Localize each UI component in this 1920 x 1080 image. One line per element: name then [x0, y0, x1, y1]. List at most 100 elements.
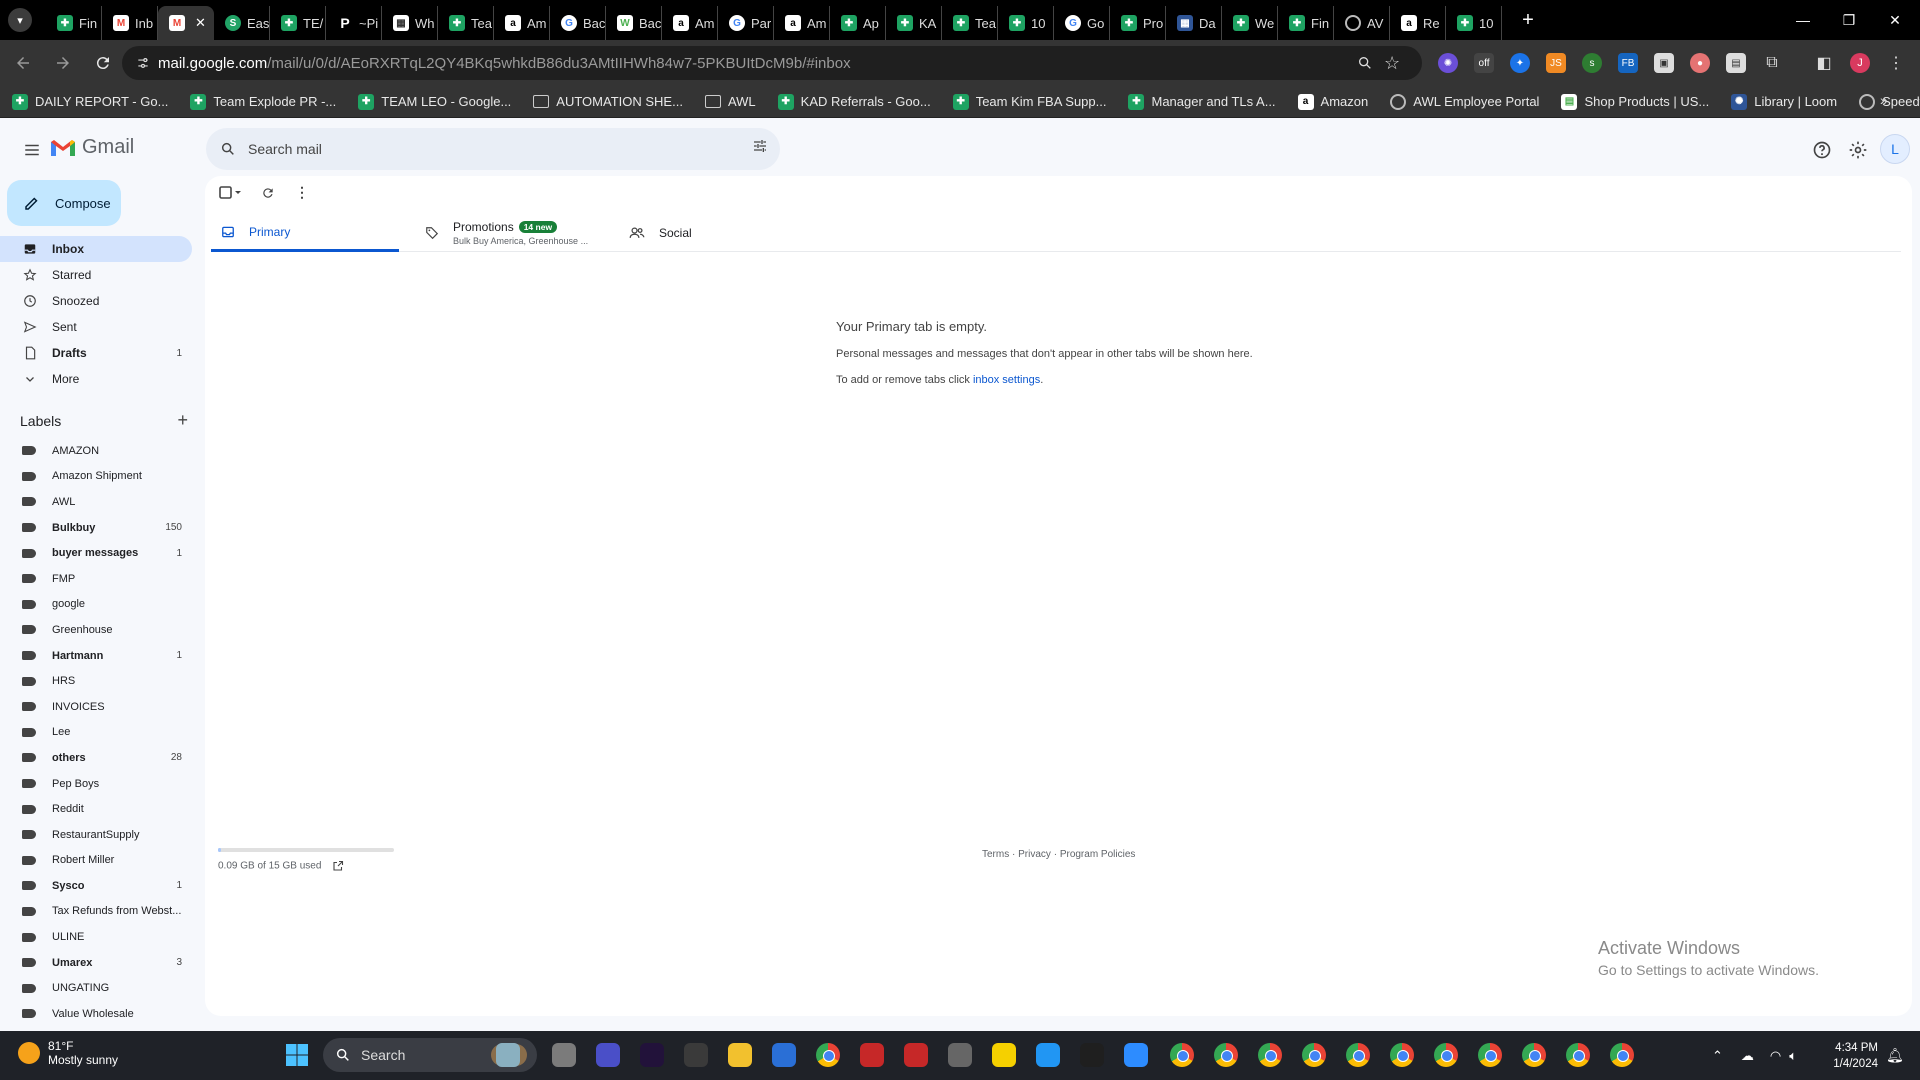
bookmark-item[interactable]: AWL [704, 94, 756, 109]
bookmark-item[interactable]: ▤ Shop Products | US... [1561, 93, 1709, 110]
restore-icon[interactable]: ❐ [1826, 0, 1872, 40]
photos-app-icon[interactable] [496, 1043, 520, 1067]
bookmark-item[interactable]: ✚ Team Explode PR -... [190, 93, 336, 110]
slack-app-icon[interactable] [1080, 1043, 1104, 1067]
tray-overflow-icon[interactable]: ⌃ [1712, 1048, 1723, 1064]
search-bar[interactable]: Search mail [206, 128, 780, 170]
browser-tab[interactable]: M Inb [102, 6, 158, 40]
privacy-link[interactable]: Privacy [1018, 849, 1051, 860]
label-item[interactable]: Value Wholesale [0, 1001, 192, 1027]
telegram-app-icon[interactable] [1036, 1043, 1060, 1067]
chrome-app-icon[interactable] [1170, 1043, 1194, 1067]
reload-icon[interactable] [86, 46, 120, 80]
bookmark-item[interactable]: ✚ KAD Referrals - Goo... [777, 93, 931, 110]
acrobat-app-icon[interactable] [904, 1043, 928, 1067]
site-info-icon[interactable] [136, 56, 150, 70]
browser-tab[interactable]: a Am [662, 6, 718, 40]
nav-item-starred[interactable]: Starred [0, 262, 192, 288]
extension-fba-icon[interactable]: FB [1618, 53, 1638, 73]
select-checkbox-icon[interactable] [219, 185, 241, 200]
tab-promotions[interactable]: Promotions 14 new Bulk Buy America, Gree… [425, 214, 625, 252]
label-item[interactable]: Amazon Shipment [0, 464, 192, 490]
browser-tab[interactable]: ✚ Tea [438, 6, 494, 40]
label-item[interactable]: google [0, 592, 192, 618]
browser-tab[interactable]: G Go [1054, 6, 1110, 40]
extensions-puzzle-icon[interactable]: ⧉ [1762, 53, 1782, 73]
browser-tab[interactable]: ✚ KA [886, 6, 942, 40]
browser-tab[interactable]: P ~Pi [326, 6, 382, 40]
browser-tab[interactable]: ▦ Wh [382, 6, 438, 40]
label-item[interactable]: Tax Refunds from Webst... [0, 899, 192, 925]
tab-social[interactable]: Social [629, 214, 829, 252]
label-item[interactable]: AWL [0, 489, 192, 515]
chrome-app-icon[interactable] [1478, 1043, 1502, 1067]
compose-button[interactable]: Compose [7, 180, 121, 226]
refresh-icon[interactable] [261, 186, 275, 200]
calculator-app-icon[interactable] [948, 1043, 972, 1067]
chrome-app-icon[interactable] [1522, 1043, 1546, 1067]
browser-tab[interactable]: M ✕ [158, 6, 214, 40]
extension-gear-icon[interactable]: ✺ [1438, 53, 1458, 73]
search-input[interactable]: Search mail [248, 141, 322, 157]
browser-menu-icon[interactable]: ⋮ [1886, 53, 1906, 73]
gmail-logo[interactable]: Gmail [50, 136, 134, 159]
browser-tab[interactable]: ✚ 10 [998, 6, 1054, 40]
more-bookmarks-icon[interactable]: » [1880, 92, 1888, 108]
forward-icon[interactable] [46, 46, 80, 80]
label-item[interactable]: others 28 [0, 745, 192, 771]
chrome-app-icon[interactable] [1566, 1043, 1590, 1067]
label-item[interactable]: INVOICES [0, 694, 192, 720]
browser-tab[interactable]: ✚ Ap [830, 6, 886, 40]
label-item[interactable]: Greenhouse [0, 617, 192, 643]
extension-s-icon[interactable]: s [1582, 53, 1602, 73]
extension-circle-icon[interactable]: ● [1690, 53, 1710, 73]
label-item[interactable]: Sysco 1 [0, 873, 192, 899]
window-close-icon[interactable]: ✕ [1872, 0, 1918, 40]
zoom-app-icon[interactable] [1124, 1043, 1148, 1067]
onedrive-icon[interactable]: ☁ [1741, 1048, 1754, 1064]
extension-image-icon[interactable]: ▣ [1654, 53, 1674, 73]
zoom-icon[interactable] [1357, 55, 1373, 71]
browser-tab[interactable]: ✚ Pro [1110, 6, 1166, 40]
nav-item-drafts[interactable]: Drafts 1 [0, 340, 192, 366]
chrome-app-icon[interactable] [1434, 1043, 1458, 1067]
support-icon[interactable] [1808, 136, 1836, 164]
teams-app-icon[interactable] [596, 1043, 620, 1067]
clock[interactable]: 4:34 PM 1/4/2024 [1822, 1040, 1878, 1072]
search-options-icon[interactable] [752, 138, 768, 154]
label-item[interactable]: RestaurantSupply [0, 822, 192, 848]
chrome-app-icon[interactable] [1610, 1043, 1634, 1067]
file-explorer-app-icon[interactable] [552, 1043, 576, 1067]
browser-tab[interactable]: a Am [774, 6, 830, 40]
bookmark-item[interactable]: AUTOMATION SHE... [533, 94, 683, 109]
app-icon[interactable] [684, 1043, 708, 1067]
nzxt-app-icon[interactable] [640, 1043, 664, 1067]
inbox-settings-link[interactable]: inbox settings [973, 374, 1040, 386]
calendar-app-icon[interactable] [772, 1043, 796, 1067]
bookmark-item[interactable]: ✚ TEAM LEO - Google... [358, 93, 511, 110]
bookmark-item[interactable]: ✚ Manager and TLs A... [1128, 93, 1276, 110]
browser-tab[interactable]: S Eas [214, 6, 270, 40]
chrome-app-icon[interactable] [1390, 1043, 1414, 1067]
wifi-icon[interactable]: ◠ [1770, 1048, 1781, 1064]
main-menu-icon[interactable] [16, 134, 48, 166]
extension-js-icon[interactable]: JS [1546, 53, 1566, 73]
side-panel-icon[interactable]: ◧ [1814, 53, 1834, 73]
extension-puzzle-blue-icon[interactable]: ✦ [1510, 53, 1530, 73]
label-item[interactable]: buyer messages 1 [0, 540, 192, 566]
label-item[interactable]: Hartmann 1 [0, 643, 192, 669]
program-policies-link[interactable]: Program Policies [1060, 849, 1136, 860]
volume-icon[interactable]: 🔈︎ [1789, 1048, 1797, 1064]
tab-primary[interactable]: Primary [211, 214, 399, 252]
chrome-app-icon[interactable] [1214, 1043, 1238, 1067]
bookmark-item[interactable]: ✺ Library | Loom [1731, 93, 1837, 110]
nav-item-inbox[interactable]: Inbox [0, 236, 192, 262]
back-icon[interactable] [6, 46, 40, 80]
address-bar[interactable]: mail.google.com/mail/u/0/d/AEoRXRTqL2QY4… [122, 46, 1422, 80]
nav-item-snoozed[interactable]: Snoozed [0, 288, 192, 314]
storage-text[interactable]: 0.09 GB of 15 GB used [218, 861, 321, 872]
acrobat-app-icon[interactable] [860, 1043, 884, 1067]
add-label-icon[interactable]: + [177, 410, 188, 431]
label-item[interactable]: HRS [0, 668, 192, 694]
chrome-app-icon[interactable] [1258, 1043, 1282, 1067]
